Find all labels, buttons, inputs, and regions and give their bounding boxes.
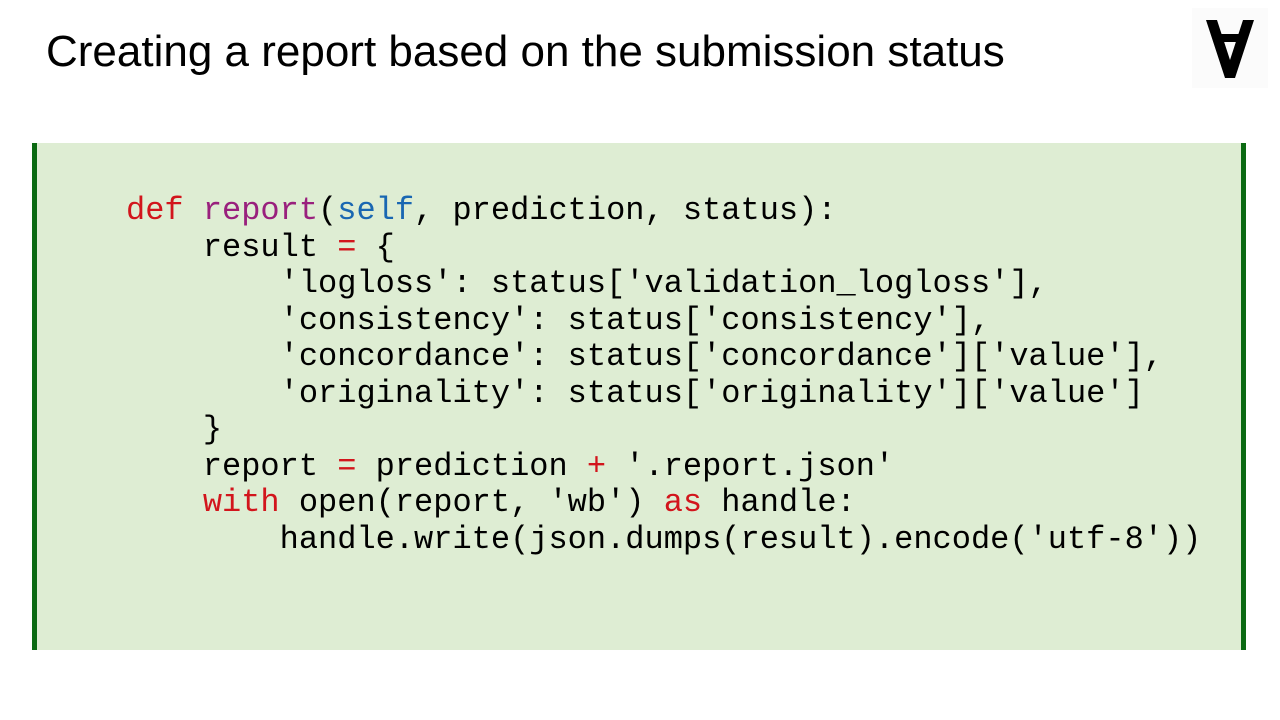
code-keyword: with	[202, 484, 280, 521]
code-text: }	[126, 411, 223, 448]
code-text: , prediction, status):	[414, 192, 837, 229]
code-line: 'logloss': status['validation_logloss'],	[126, 265, 1201, 303]
code-text: 'originality': status['originality']['va…	[126, 374, 1144, 412]
code-builtin: self	[337, 192, 415, 229]
code-line: report = prediction + '.report.json'	[126, 447, 1201, 486]
code-text: result	[126, 228, 338, 266]
code-text: prediction	[356, 447, 587, 485]
code-line: with open(report, 'wb') as handle:	[126, 484, 1201, 522]
code-line: 'originality': status['originality']['va…	[126, 374, 1201, 413]
code-function-name: report	[202, 192, 319, 229]
code-text: report	[126, 447, 338, 485]
code-text: handle:	[702, 484, 856, 521]
code-text: '.report.json'	[606, 447, 895, 485]
numerai-logo-icon	[1192, 8, 1268, 88]
code-block: def report(self, prediction, status): re…	[126, 192, 1202, 559]
code-line: }	[126, 411, 1201, 449]
code-text: (	[318, 192, 338, 229]
code-panel: def report(self, prediction, status): re…	[32, 143, 1246, 650]
code-text: handle.write(json.dumps(result).encode('…	[126, 520, 1202, 558]
slide-title: Creating a report based on the submissio…	[46, 27, 1005, 76]
code-text: 'consistency': status['consistency'],	[126, 301, 991, 339]
code-keyword: as	[663, 484, 703, 521]
code-keyword: def	[126, 192, 184, 229]
code-operator: +	[586, 447, 607, 485]
code-text: {	[356, 228, 395, 266]
code-line: handle.write(json.dumps(result).encode('…	[126, 520, 1202, 559]
code-operator: =	[337, 228, 357, 266]
code-text: open(report, 'wb')	[279, 484, 664, 521]
code-text: 'logloss': status['validation_logloss'],	[126, 265, 1048, 302]
code-line: 'concordance': status['concordance']['va…	[126, 338, 1201, 376]
code-text: 'concordance': status['concordance']['va…	[126, 338, 1163, 375]
code-line: 'consistency': status['consistency'],	[126, 301, 1201, 340]
code-operator: =	[337, 447, 357, 485]
code-line: result = {	[126, 228, 1201, 267]
code-line: def report(self, prediction, status):	[126, 192, 1201, 230]
